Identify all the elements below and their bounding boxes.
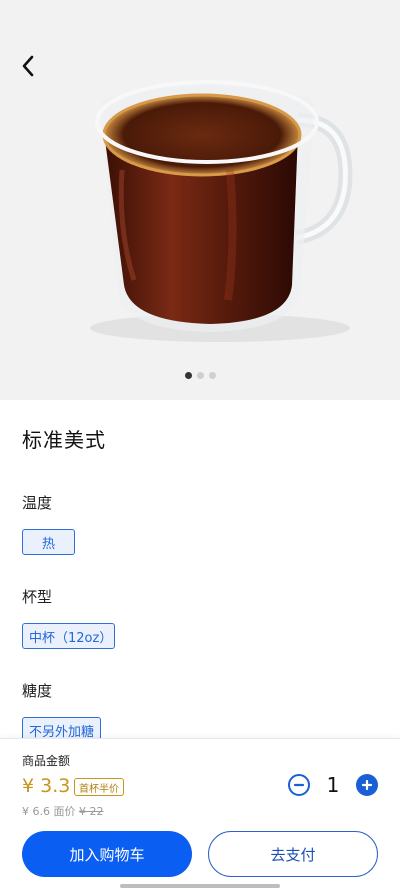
increase-quantity-button[interactable]	[356, 774, 378, 796]
product-hero	[0, 0, 400, 400]
amount-label: 商品金额	[22, 754, 71, 768]
plus-icon	[361, 779, 373, 791]
product-details: 标准美式 温度 热 杯型 中杯（12oz） 糖度 不另外加糖	[0, 400, 400, 738]
decrease-quantity-button[interactable]	[288, 774, 310, 796]
promo-badge: 首杯半价	[74, 778, 124, 796]
carousel-dot[interactable]	[208, 372, 216, 379]
option-chip-temperature[interactable]: 热	[22, 529, 75, 555]
home-indicator	[120, 884, 280, 888]
carousel-dot[interactable]	[196, 372, 204, 379]
pay-button[interactable]: 去支付	[208, 831, 378, 877]
price: ¥ 3.3	[22, 775, 71, 797]
option-chip-sugar[interactable]: 不另外加糖	[22, 717, 101, 738]
add-to-cart-button[interactable]: 加入购物车	[22, 831, 192, 877]
option-label-cup-size: 杯型	[22, 588, 53, 606]
quantity-value: 1	[326, 773, 340, 797]
carousel-indicator	[0, 372, 400, 379]
product-title: 标准美式	[22, 428, 106, 452]
original-price: ¥ 22	[79, 805, 104, 818]
option-label-temperature: 温度	[22, 494, 53, 512]
option-label-sugar: 糖度	[22, 682, 53, 700]
minus-icon	[293, 783, 305, 787]
carousel-dot[interactable]	[184, 372, 192, 379]
original-price-line: ¥ 6.6 面价 ¥ 22	[22, 803, 104, 819]
quantity-stepper: 1	[288, 773, 378, 797]
original-price-prefix: ¥ 6.6 面价	[22, 805, 76, 818]
checkout-bar: 商品金额 ¥ 3.3 首杯半价 ¥ 6.6 面价 ¥ 22 1 加入购物车 去支…	[0, 738, 400, 889]
back-button[interactable]	[14, 50, 42, 82]
option-chip-cup-size[interactable]: 中杯（12oz）	[22, 623, 115, 649]
americano-glass-mug-icon	[90, 80, 353, 342]
chevron-left-icon	[22, 55, 34, 77]
